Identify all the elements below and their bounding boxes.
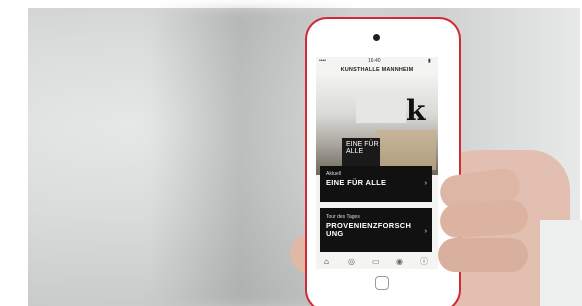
hero-label-line: ALLE (346, 148, 364, 156)
info-icon[interactable]: ⓘ (420, 258, 428, 266)
front-camera (373, 34, 380, 41)
hero-artwork (356, 95, 406, 123)
card-kicker: Aktuell (326, 171, 342, 177)
card-tour-of-day[interactable]: Tour des Tages PROVENIENZFORSCH UNG › (320, 208, 432, 252)
chevron-right-icon: › (424, 180, 427, 187)
photo: •••• 16:40 ▮ KUNSTHALLE MANNHEIM k EINE … (0, 0, 582, 306)
finger (438, 238, 528, 272)
finger (438, 198, 530, 240)
app-title: KUNSTHALLE MANNHEIM (340, 67, 414, 73)
compass-icon[interactable]: ◎ (348, 258, 355, 266)
card-headline: PROVENIENZFORSCH UNG (326, 221, 412, 239)
tab-bar: ⌂ ◎ ▭ ◉ ⓘ (316, 257, 438, 269)
battery-icon: ▮ (428, 58, 431, 64)
card-kicker: Tour des Tages (326, 214, 360, 220)
home-button[interactable] (375, 276, 389, 290)
status-time: 16:40 (368, 58, 381, 64)
hero-label: EINE FÜR ALLE (346, 141, 379, 156)
sleeve (540, 220, 582, 306)
card-headline: EINE FÜR ALLE (326, 178, 387, 187)
status-bar: •••• 16:40 ▮ (316, 57, 438, 65)
signal-indicator: •••• (319, 58, 327, 64)
chevron-right-icon: › (424, 228, 427, 235)
hero-label-line: EINE FÜR (346, 141, 379, 148)
book-icon[interactable]: ▭ (372, 258, 380, 266)
hero-artwork (376, 130, 436, 170)
card-current[interactable]: Aktuell EINE FÜR ALLE › (320, 166, 432, 202)
phone-screen: •••• 16:40 ▮ KUNSTHALLE MANNHEIM k EINE … (316, 57, 438, 269)
eye-icon[interactable]: ◉ (396, 258, 403, 266)
home-icon[interactable]: ⌂ (324, 258, 329, 266)
kunsthalle-logo: k (406, 94, 426, 127)
